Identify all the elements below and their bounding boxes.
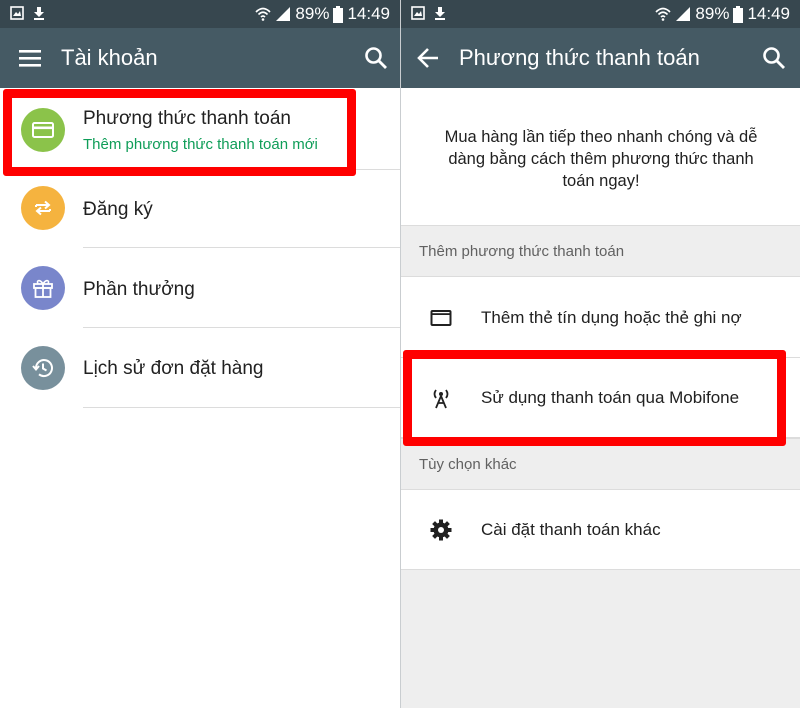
account-item-label: Đăng ký — [83, 199, 153, 220]
battery-icon — [333, 5, 344, 23]
empty-background — [401, 570, 800, 708]
repeat-icon — [35, 200, 51, 216]
history-circle — [21, 346, 65, 390]
account-item-order-history[interactable]: Lịch sử đơn đặt hàng — [0, 328, 400, 408]
battery-icon — [733, 5, 744, 23]
app-bar: Tài khoản — [0, 28, 400, 88]
gallery-notification-icon — [411, 6, 425, 20]
account-item-payment-methods[interactable]: Phương thức thanh toán Thêm phương thức … — [0, 90, 400, 170]
menu-icon[interactable] — [16, 44, 44, 72]
add-card-label: Thêm thẻ tín dụng hoặc thẻ ghi nợ — [481, 308, 742, 327]
section-header-add-payment: Thêm phương thức thanh toán — [401, 225, 800, 277]
account-screen: 89% 14:49 Tài khoản Phương thức thanh to… — [0, 0, 400, 708]
credit-card-icon — [32, 122, 54, 138]
status-bar: 89% 14:49 — [401, 0, 800, 28]
clock: 14:49 — [747, 4, 790, 23]
subscriptions-circle — [21, 186, 65, 230]
other-payment-settings-row[interactable]: Cài đặt thanh toán khác — [401, 490, 800, 570]
clock: 14:49 — [347, 4, 390, 23]
gear-icon — [430, 519, 452, 541]
download-notification-icon — [34, 7, 44, 20]
battery-percent: 89% — [695, 4, 730, 23]
credit-card-icon — [430, 310, 452, 326]
back-arrow-icon[interactable] — [415, 44, 443, 72]
account-item-label: Phương thức thanh toán — [83, 108, 291, 129]
payment-circle — [21, 108, 65, 152]
other-settings-label: Cài đặt thanh toán khác — [481, 520, 661, 539]
battery-percent: 89% — [295, 4, 330, 23]
section-header-label: Thêm phương thức thanh toán — [419, 243, 625, 260]
account-item-label: Phần thưởng — [83, 279, 195, 300]
page-title: Phương thức thanh toán — [459, 45, 700, 70]
search-icon[interactable] — [760, 44, 788, 72]
account-item-subtitle: Thêm phương thức thanh toán mới — [83, 136, 318, 153]
signal-icon — [276, 7, 291, 21]
download-notification-icon — [435, 7, 445, 20]
wifi-icon — [655, 7, 671, 21]
section-header-label: Tùy chọn khác — [419, 456, 517, 473]
mobifone-label: Sử dụng thanh toán qua Mobifone — [481, 388, 740, 407]
gallery-notification-icon — [10, 6, 24, 20]
cell-tower-icon — [433, 389, 449, 409]
history-icon — [32, 359, 53, 378]
search-icon[interactable] — [362, 44, 390, 72]
divider — [83, 407, 400, 408]
rewards-circle — [21, 266, 65, 310]
account-item-rewards[interactable]: Phần thưởng — [0, 248, 400, 328]
account-item-subscriptions[interactable]: Đăng ký — [0, 168, 400, 248]
account-item-label: Lịch sử đơn đặt hàng — [83, 358, 264, 379]
gift-icon — [33, 279, 53, 298]
wifi-icon — [255, 7, 271, 21]
section-header-other-options: Tùy chọn khác — [401, 438, 800, 490]
add-card-row[interactable]: Thêm thẻ tín dụng hoặc thẻ ghi nợ — [401, 278, 800, 358]
signal-icon — [676, 7, 691, 21]
status-bar: 89% 14:49 — [0, 0, 400, 28]
payment-methods-screen: 89% 14:49 Phương thức thanh toán Mua hàn… — [401, 0, 800, 708]
page-title: Tài khoản — [61, 45, 158, 70]
app-bar: Phương thức thanh toán — [401, 28, 800, 88]
intro-text: Mua hàng lần tiếp theo nhanh chóng và dễ… — [444, 128, 758, 190]
mobifone-payment-row[interactable]: Sử dụng thanh toán qua Mobifone — [401, 358, 800, 438]
